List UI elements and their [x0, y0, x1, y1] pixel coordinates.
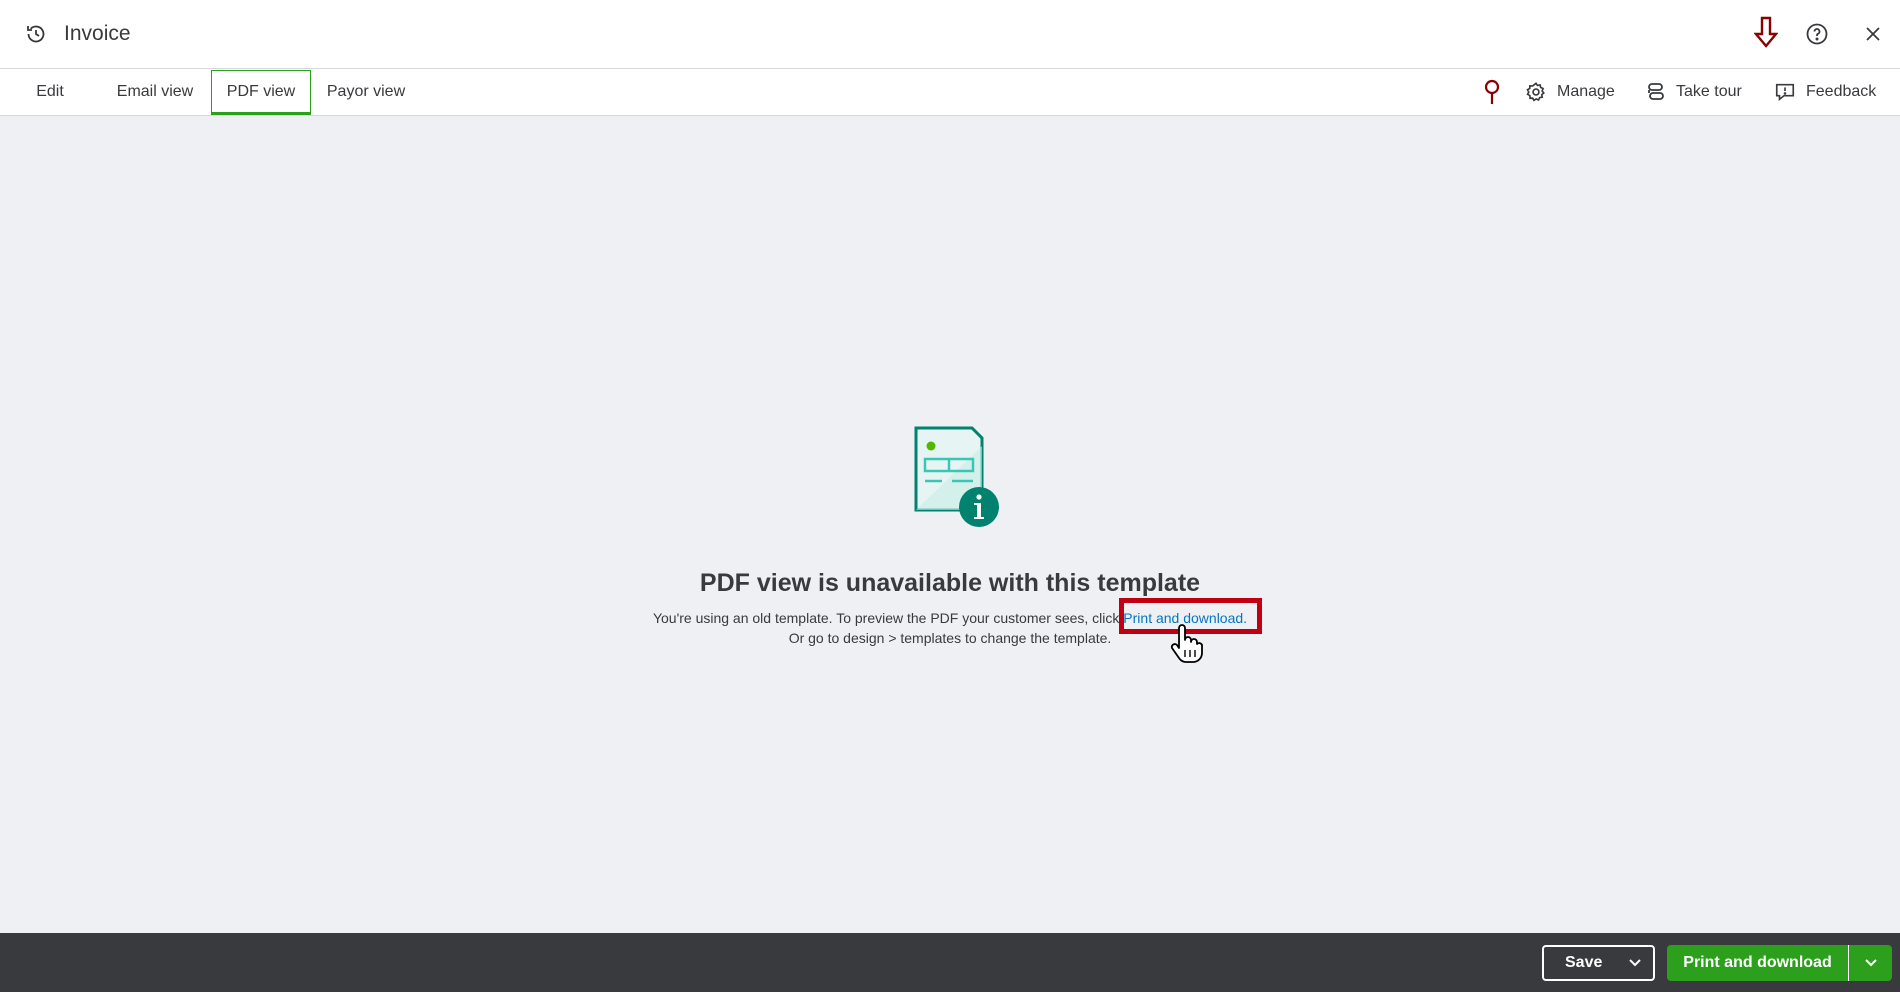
- print-options-dropdown[interactable]: [1848, 945, 1892, 981]
- tab-pdf-view[interactable]: PDF view: [211, 70, 311, 115]
- feedback-label: Feedback: [1806, 83, 1877, 100]
- hand-cursor-icon: [1168, 622, 1204, 664]
- print-and-download-label[interactable]: Print and download: [1667, 945, 1848, 981]
- gear-icon: [1526, 82, 1545, 102]
- top-header: Invoice: [0, 0, 1900, 69]
- help-icon[interactable]: [1803, 20, 1831, 48]
- save-label: Save: [1565, 954, 1603, 971]
- footer-bar: Save Print and download: [0, 933, 1900, 992]
- manage-button[interactable]: Manage: [1525, 78, 1615, 106]
- chevron-down-icon: [1864, 959, 1877, 967]
- arrow-down-annotation-icon: [1752, 16, 1780, 48]
- unavailable-heading: PDF view is unavailable with this templa…: [699, 569, 1201, 597]
- pin-icon[interactable]: [1482, 78, 1502, 106]
- save-button[interactable]: Save: [1542, 945, 1655, 981]
- print-and-download-button: Print and download: [1667, 945, 1892, 981]
- close-icon[interactable]: [1859, 20, 1887, 48]
- tab-email-view[interactable]: Email view: [104, 69, 206, 115]
- page-title: Invoice: [64, 22, 131, 45]
- unavailable-message: You're using an old template. To preview…: [0, 608, 1900, 648]
- chevron-down-icon[interactable]: [1617, 958, 1653, 968]
- history-icon[interactable]: [24, 22, 48, 46]
- feedback-button[interactable]: Feedback: [1774, 78, 1876, 106]
- view-tabs: Edit Email view PDF view Payor view Mana…: [0, 69, 1900, 116]
- tab-edit[interactable]: Edit: [20, 69, 80, 115]
- manage-label: Manage: [1557, 83, 1615, 100]
- message-text: You're using an old template. To preview…: [652, 610, 1124, 626]
- feedback-icon: [1775, 83, 1795, 102]
- tab-payor-view[interactable]: Payor view: [318, 69, 414, 115]
- take-tour-label: Take tour: [1676, 83, 1742, 100]
- pdf-unavailable-illustration-icon: [912, 426, 1004, 530]
- tour-icon: [1648, 83, 1664, 100]
- message-line-2: Or go to design > templates to change th…: [788, 630, 1112, 646]
- take-tour-button[interactable]: Take tour: [1646, 78, 1742, 106]
